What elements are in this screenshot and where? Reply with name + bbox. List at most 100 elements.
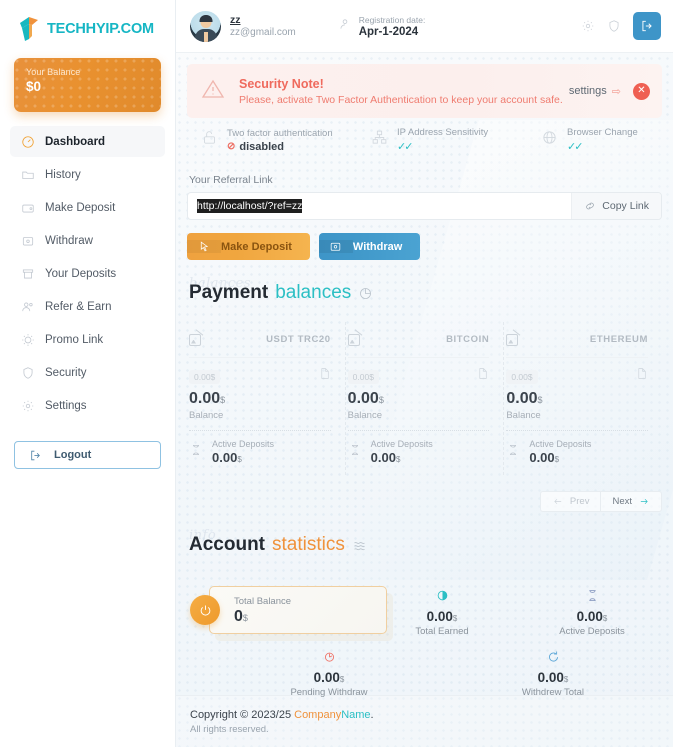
- stat-label: Pending Withdraw: [290, 687, 368, 698]
- document-edit-icon[interactable]: [635, 367, 648, 385]
- alert-message: Please, activate Two Factor Authenticati…: [239, 93, 563, 106]
- globe-icon: [541, 129, 558, 151]
- crypto-name: BITCOIN: [446, 334, 490, 345]
- crypto-active-deposits: Active Deposits 0.00$: [506, 439, 648, 465]
- stat-active-deposits: 0.00$ Active Deposits: [532, 586, 652, 637]
- section-title-part2: statistics: [272, 534, 345, 555]
- logout-button[interactable]: Logout: [14, 441, 161, 469]
- copyright-line: Copyright © 2023/25 CompanyName.: [190, 709, 673, 721]
- crypto-card[interactable]: BITCOIN 0.00$ 0.00$ Balance Active Depos…: [346, 322, 505, 475]
- crypto-balance: 0.00$: [348, 390, 490, 408]
- currency-suffix: $: [237, 455, 242, 464]
- hourglass-icon: [532, 586, 652, 604]
- sidebar-item-dashboard[interactable]: Dashboard: [10, 126, 165, 157]
- crypto-card-header: ETHEREUM: [506, 322, 649, 358]
- main-area: zz zz@gmail.com Registration date: Apr-1…: [176, 0, 673, 747]
- user-name[interactable]: zz: [230, 14, 296, 26]
- divider: [506, 430, 649, 431]
- crypto-card-body: 0.00$ 0.00$ Balance Active Deposits 0.00…: [506, 358, 649, 475]
- active-deposits-number: 0.00: [529, 450, 555, 465]
- copy-link-button[interactable]: Copy Link: [571, 193, 661, 219]
- security-status-row: Two factor authentication ⊘ disabled IP …: [187, 118, 662, 162]
- sidebar-item-label: Security: [45, 366, 87, 379]
- broken-image-icon: [189, 333, 201, 346]
- active-deposits-value: 0.00$: [371, 450, 433, 465]
- crypto-balance-value: 0.00: [189, 390, 221, 407]
- sidebar-item-withdraw[interactable]: Withdraw: [10, 225, 165, 256]
- gear-icon[interactable]: [575, 13, 601, 39]
- topbar-logout-button[interactable]: [633, 12, 661, 40]
- sun-icon: [20, 332, 35, 347]
- content: Security Note! Please, activate Two Fact…: [176, 53, 673, 698]
- total-balance-label: Total Balance: [234, 596, 292, 607]
- sidebar-item-settings[interactable]: Settings: [10, 390, 165, 421]
- security-item-2fa: Two factor authentication ⊘ disabled: [201, 128, 371, 153]
- company-name-part2[interactable]: Name: [341, 709, 370, 721]
- prev-button[interactable]: Prev: [539, 491, 601, 512]
- clock-pie-icon: [269, 647, 389, 665]
- active-deposits-label: Active Deposits: [529, 439, 592, 449]
- company-name-part1[interactable]: Company: [294, 709, 341, 721]
- withdraw-button[interactable]: Withdraw: [318, 233, 421, 260]
- copy-link-label: Copy Link: [602, 200, 649, 212]
- document-edit-icon[interactable]: [476, 367, 489, 385]
- crypto-balance-value: 0.00: [506, 390, 538, 407]
- sidebar-item-refer-earn[interactable]: Refer & Earn: [10, 291, 165, 322]
- shield-icon: [20, 365, 35, 380]
- stat-number: 0.00: [537, 670, 564, 685]
- crypto-card[interactable]: ETHEREUM 0.00$ 0.00$ Balance Active Depo…: [504, 322, 662, 475]
- next-label: Next: [612, 496, 632, 507]
- active-deposits-value: 0.00$: [529, 450, 591, 465]
- referral-link-box: http://localhost/?ref=zz Copy Link: [187, 192, 662, 220]
- logout-icon: [642, 20, 652, 32]
- security-label: Browser Change: [567, 127, 638, 138]
- security-label: IP Address Sensitivity: [397, 127, 489, 138]
- sidebar-item-make-deposit[interactable]: Make Deposit: [10, 192, 165, 223]
- sidebar-item-label: Settings: [45, 399, 87, 412]
- crypto-name: ETHEREUM: [589, 334, 649, 345]
- section-title-part1: Payment: [189, 282, 269, 303]
- power-icon: [190, 595, 220, 625]
- alert-settings-link[interactable]: settings: [569, 85, 607, 97]
- sidebar-item-label: Promo Link: [45, 333, 104, 346]
- sidebar-item-label: Dashboard: [45, 135, 106, 148]
- techhyip-logo-icon: [16, 14, 42, 44]
- logout-label: Logout: [54, 449, 92, 461]
- action-buttons: Make Deposit Withdraw: [187, 233, 662, 260]
- crypto-active-deposits: Active Deposits 0.00$: [189, 439, 331, 465]
- referral-input[interactable]: http://localhost/?ref=zz: [188, 199, 571, 213]
- sidebar-item-label: Withdraw: [45, 234, 93, 247]
- crypto-balance: 0.00$: [506, 390, 648, 408]
- shield-icon[interactable]: [601, 13, 627, 39]
- stat-label: Total Earned: [415, 626, 469, 637]
- currency-suffix: $: [378, 395, 384, 405]
- registration-block: Registration date: Apr-1-2024: [338, 15, 425, 38]
- alert-title: Security Note!: [239, 76, 324, 91]
- brand-name: TECHHYIP.COM: [47, 21, 154, 37]
- currency-suffix: $: [395, 455, 401, 464]
- make-deposit-button[interactable]: Make Deposit: [187, 233, 310, 260]
- user-outline-icon: [338, 17, 352, 36]
- arrow-right-icon: ⇨: [611, 85, 621, 98]
- active-deposits-label: Active Deposits: [370, 439, 433, 449]
- sidebar-item-promo-link[interactable]: Promo Link: [10, 324, 165, 355]
- section-title-part1: Account: [189, 534, 265, 555]
- document-edit-icon[interactable]: [318, 367, 331, 385]
- referral-value: http://localhost/?ref=zz: [197, 199, 303, 213]
- sidebar-item-history[interactable]: History: [10, 159, 165, 190]
- logout-icon: [31, 450, 40, 460]
- next-button[interactable]: Next: [600, 491, 662, 512]
- brand-logo[interactable]: TECHHYIP.COM: [0, 0, 175, 50]
- close-icon[interactable]: ✕: [633, 82, 650, 100]
- active-deposits-value: 0.00$: [212, 450, 274, 465]
- lock-open-icon: [201, 129, 218, 151]
- link-icon: [586, 202, 595, 210]
- sidebar-item-label: History: [45, 168, 81, 181]
- crypto-card[interactable]: USDT TRC20 0.00$ 0.00$ Balance Active De…: [187, 322, 346, 475]
- crypto-balance-value: 0.00: [347, 390, 379, 407]
- sidebar-item-your-deposits[interactable]: Your Deposits: [10, 258, 165, 289]
- sidebar-item-security[interactable]: Security: [10, 357, 165, 388]
- avatar[interactable]: [190, 10, 221, 42]
- broken-image-icon: [506, 333, 519, 346]
- crypto-chip: 0.00$: [189, 370, 221, 384]
